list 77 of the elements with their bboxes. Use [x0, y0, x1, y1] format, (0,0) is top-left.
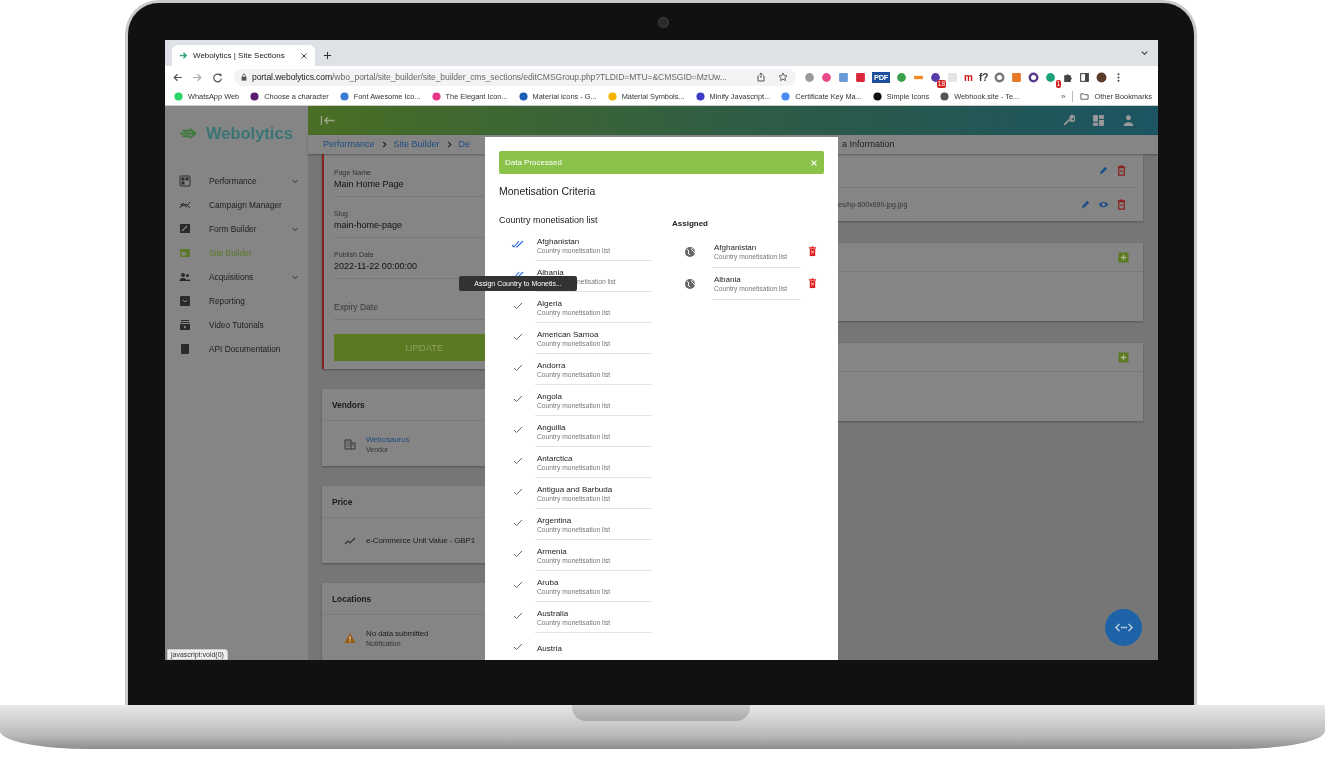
extension-icon[interactable]: f? [978, 71, 989, 83]
sidebar-item[interactable]: Video Tutorials [165, 313, 308, 337]
trash-icon[interactable] [807, 278, 818, 290]
country-name[interactable]: Algeria [537, 298, 562, 308]
logo-text: Webolytics [206, 124, 293, 143]
extension-icon[interactable] [930, 71, 941, 83]
country-name[interactable]: Australia [537, 608, 569, 618]
address-bar[interactable]: portal.webolytics.com/wbo_portal/site_builder/site_builder_cms_sections/editCMSGroup.php?TLDID=MTU=&CMSGID=MzUw... [234, 68, 796, 86]
trash-icon[interactable] [1116, 165, 1127, 176]
sidebar-item[interactable]: API Documentation [165, 337, 308, 361]
sidebar-item[interactable]: Reporting [165, 289, 308, 313]
success-alert: Data Processed [499, 151, 824, 174]
assigned-title: Assigned [672, 219, 709, 228]
trash-icon[interactable] [1116, 199, 1127, 210]
country-name[interactable]: Antigua and Barbuda [537, 484, 613, 494]
country-name[interactable]: Austria [537, 643, 562, 653]
share-icon[interactable] [756, 72, 766, 82]
add-icon[interactable] [1118, 351, 1129, 363]
folder-icon [1080, 92, 1090, 101]
close-icon[interactable] [300, 51, 308, 60]
more-bookmarks-button[interactable]: » [1061, 92, 1066, 101]
side-panel-icon[interactable] [1079, 71, 1091, 83]
box-icon [179, 295, 191, 307]
add-icon[interactable] [1118, 251, 1129, 263]
country-name[interactable]: Afghanistan [537, 236, 580, 246]
puzzle-icon[interactable] [1062, 71, 1074, 83]
sidebar-item[interactable]: Campaign Manager [165, 193, 308, 217]
extension-icon[interactable] [994, 71, 1006, 83]
sidebar-item[interactable]: Performance [165, 169, 308, 193]
item-title: e-Commerce Unit Value - GBP1 [366, 536, 476, 545]
country-name[interactable]: Angola [537, 391, 562, 401]
play-icon [179, 319, 191, 331]
globe-icon [684, 277, 696, 290]
eye-icon[interactable] [1098, 199, 1109, 210]
star-icon[interactable] [778, 72, 788, 82]
wrench-icon[interactable] [1062, 113, 1075, 127]
back-icon[interactable] [172, 71, 183, 83]
window-icon [179, 247, 191, 259]
lock-icon [240, 73, 248, 81]
extension-icon[interactable] [1028, 71, 1040, 83]
trash-icon[interactable] [807, 246, 818, 258]
avatar-icon[interactable] [1096, 71, 1108, 83]
sidebar-item[interactable]: Acquisitions [165, 265, 308, 289]
grid-icon [179, 175, 191, 187]
extension-icon[interactable] [855, 71, 866, 83]
country-name[interactable]: Argentina [537, 515, 572, 525]
reload-icon[interactable] [212, 71, 223, 83]
code-icon [1114, 622, 1133, 633]
camera-icon [658, 17, 669, 28]
globe-icon [684, 245, 696, 258]
item-title: No data submitted [366, 628, 429, 638]
warning-icon [344, 631, 356, 644]
list-title: Country monetisation list [499, 215, 599, 225]
country-name[interactable]: American Samoa [537, 329, 599, 339]
country-name[interactable]: Anguilla [537, 422, 566, 432]
breadcrumb-text: a Information [842, 139, 895, 150]
country-name[interactable]: Aruba [537, 577, 559, 587]
trend-icon [179, 199, 191, 211]
new-tab-icon[interactable] [323, 51, 332, 60]
extension-icon[interactable] [821, 71, 832, 83]
person-icon[interactable] [1122, 113, 1135, 127]
dialog-title: Monetisation Criteria [499, 185, 597, 197]
chevron-down-icon[interactable] [1140, 48, 1149, 57]
dashboard-icon[interactable] [1092, 113, 1105, 127]
extension-icon[interactable]: m [964, 71, 973, 83]
browser-tab[interactable]: Webolytics | Site Sections [172, 45, 315, 66]
country-name[interactable]: Antarctica [537, 453, 573, 463]
url-text: portal.webolytics.com/wbo_portal/site_builder/site_builder_cms_sections/editCMSGroup.php?TLDID=MTU=&CMSGID=MzUw... [252, 72, 727, 82]
building-icon [344, 437, 356, 450]
forward-icon[interactable] [192, 71, 203, 83]
collapse-icon[interactable] [320, 114, 336, 126]
country-name[interactable]: Albania [537, 267, 564, 277]
country-name[interactable]: Armenia [537, 546, 567, 556]
sidebar-item[interactable]: Form Builder [165, 217, 308, 241]
country-name[interactable]: Andorra [537, 360, 566, 370]
arrow-icon [179, 51, 188, 60]
people-icon [179, 271, 191, 283]
